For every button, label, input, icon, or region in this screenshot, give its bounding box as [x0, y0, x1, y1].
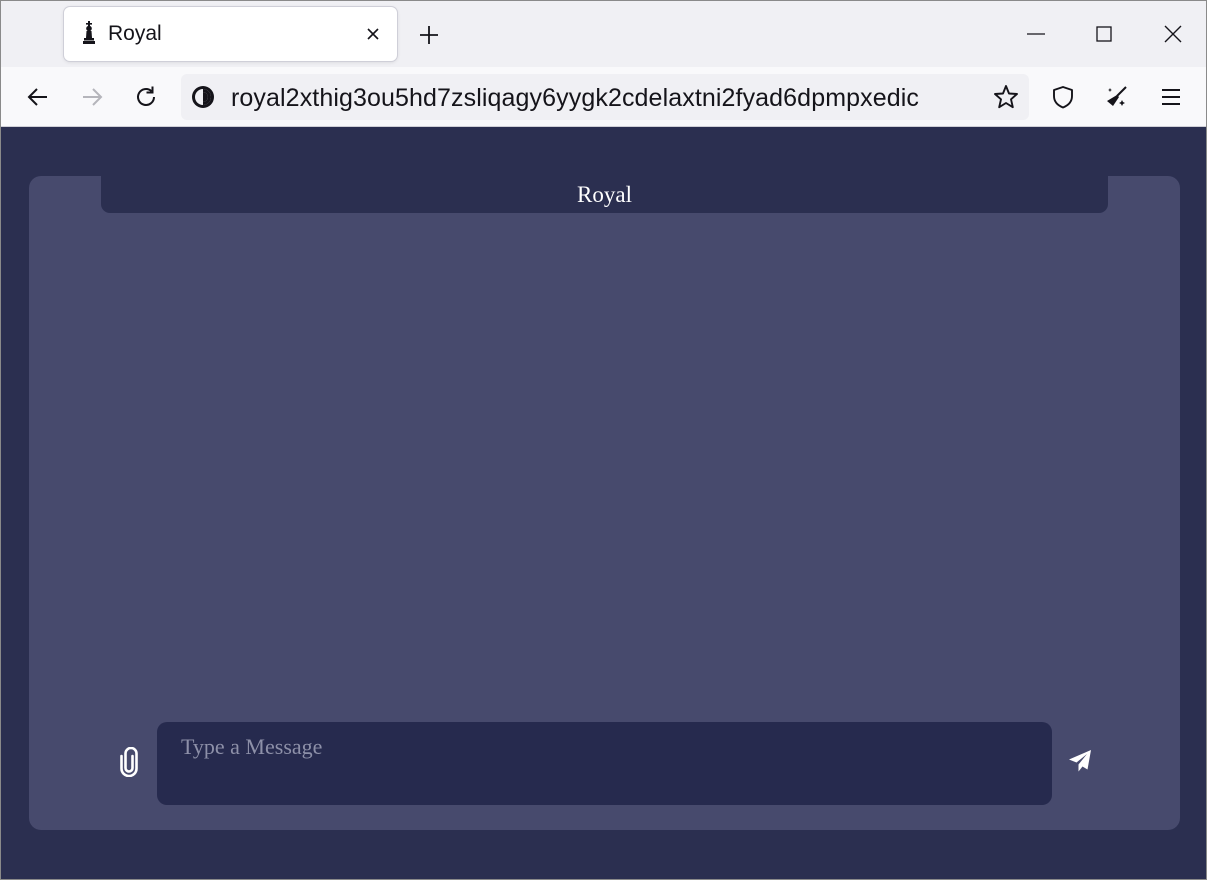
url-bar[interactable]: royal2xthig3ou5hd7zsliqagy6yygk2cdelaxtn…: [181, 74, 1029, 120]
tab-title: Royal: [108, 22, 162, 45]
tab-strip: Royal: [1, 1, 1206, 67]
onion-site-icon[interactable]: [191, 85, 215, 109]
reload-icon[interactable]: [133, 84, 159, 110]
send-icon[interactable]: [1068, 749, 1092, 773]
forward-arrow-icon[interactable]: [79, 84, 105, 110]
back-arrow-icon[interactable]: [25, 84, 51, 110]
menu-icon[interactable]: [1158, 84, 1184, 110]
minimize-icon[interactable]: [1025, 23, 1047, 45]
nav-toolbar: royal2xthig3ou5hd7zsliqagy6yygk2cdelaxtn…: [1, 67, 1206, 127]
chat-header: Royal: [101, 176, 1108, 213]
message-input[interactable]: [157, 722, 1052, 805]
browser-window: Royal royal2xthig3ou5hd7zsliqagy6yygk2cd…: [0, 0, 1207, 880]
paperclip-icon[interactable]: [117, 747, 141, 777]
shield-icon[interactable]: [1050, 84, 1076, 110]
close-icon[interactable]: [365, 26, 381, 42]
url-text[interactable]: royal2xthig3ou5hd7zsliqagy6yygk2cdelaxtn…: [231, 84, 983, 112]
broom-icon[interactable]: [1104, 84, 1130, 110]
browser-tab[interactable]: Royal: [64, 7, 397, 61]
page-content: Royal: [3, 128, 1205, 879]
chess-king-icon: [83, 21, 95, 44]
plus-icon[interactable]: [417, 23, 441, 47]
maximize-icon[interactable]: [1093, 23, 1115, 45]
close-icon[interactable]: [1162, 23, 1184, 45]
chat-title: Royal: [577, 182, 632, 207]
chat-panel: Royal: [29, 176, 1180, 830]
star-icon[interactable]: [992, 83, 1020, 111]
